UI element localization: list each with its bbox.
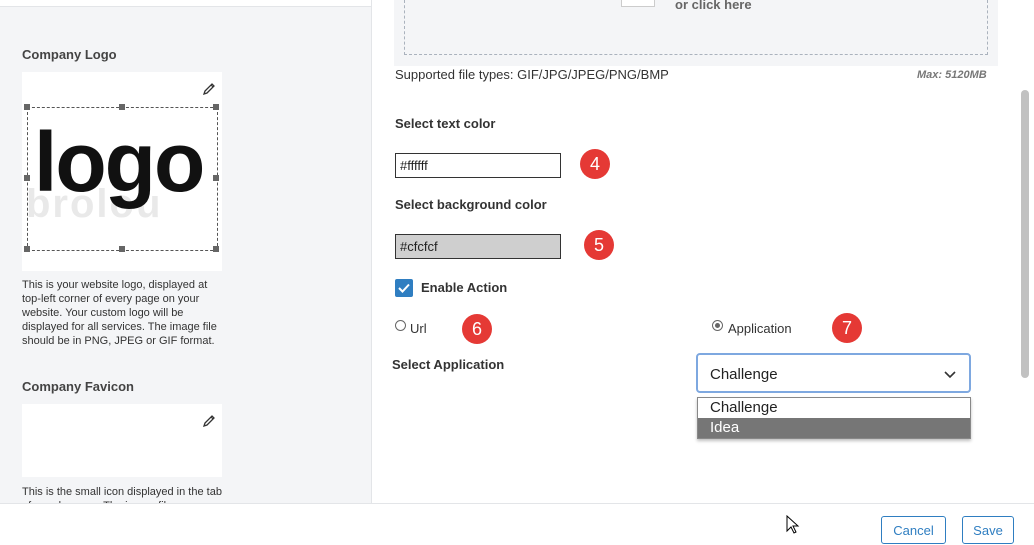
pencil-icon[interactable] (202, 82, 216, 96)
radio-application-label[interactable]: Application (728, 321, 792, 336)
company-logo-title: Company Logo (22, 47, 117, 62)
application-dropdown: Challenge Idea (697, 397, 971, 439)
company-favicon-title: Company Favicon (22, 379, 134, 394)
enable-action-label: Enable Action (421, 280, 508, 295)
select-value: Challenge (710, 366, 778, 383)
upload-dropzone[interactable]: or click here (394, 0, 998, 66)
left-panel: Company Logo brolou logo This is your we… (0, 0, 371, 503)
step-badge-5: 5 (584, 230, 614, 260)
logo-description: This is your website logo, displayed at … (22, 279, 217, 347)
favicon-card[interactable] (22, 404, 222, 477)
text-color-label: Select text color (395, 116, 496, 131)
upload-click-text[interactable]: or click here (675, 0, 752, 12)
mouse-cursor-icon (786, 515, 800, 534)
option-challenge[interactable]: Challenge (698, 398, 970, 418)
text-color-input[interactable] (395, 153, 561, 178)
step-badge-6: 6 (462, 314, 492, 344)
check-icon (398, 283, 410, 293)
logo-card[interactable]: brolou logo (22, 72, 222, 271)
footer-bar: Cancel Save (0, 503, 1034, 545)
crop-handle-top[interactable] (119, 104, 125, 110)
pencil-icon[interactable] (202, 414, 216, 428)
crop-handle-left[interactable] (24, 175, 30, 181)
crop-handle-top-left[interactable] (24, 104, 30, 110)
crop-handle-bottom[interactable] (119, 246, 125, 252)
bg-color-label: Select background color (395, 197, 547, 212)
radio-application[interactable] (712, 320, 723, 331)
step-badge-4: 4 (580, 149, 610, 179)
crop-handle-right[interactable] (213, 175, 219, 181)
panel-divider (371, 0, 372, 503)
enable-action-checkbox[interactable] (395, 279, 413, 297)
step-badge-7: 7 (832, 313, 862, 343)
crop-handle-bottom-right[interactable] (213, 246, 219, 252)
radio-url[interactable] (395, 320, 406, 331)
crop-handle-bottom-left[interactable] (24, 246, 30, 252)
top-divider (0, 0, 371, 7)
select-application-label: Select Application (392, 357, 505, 372)
crop-handle-top-right[interactable] (213, 104, 219, 110)
save-button[interactable]: Save (962, 516, 1014, 544)
upload-icon (621, 0, 655, 7)
option-idea[interactable]: Idea (698, 418, 970, 438)
chevron-down-icon (944, 371, 956, 379)
crop-box[interactable] (24, 104, 219, 252)
radio-url-label[interactable]: Url (410, 321, 427, 336)
upload-dropzone-border: or click here (404, 0, 988, 55)
cancel-button[interactable]: Cancel (881, 516, 946, 544)
favicon-description: This is the small icon displayed in the … (22, 486, 222, 503)
bg-color-input[interactable] (395, 234, 561, 259)
application-select[interactable]: Challenge (696, 353, 971, 393)
scrollbar-thumb[interactable] (1021, 90, 1029, 378)
supported-file-types: Supported file types: GIF/JPG/JPEG/PNG/B… (395, 67, 669, 82)
max-file-size: Max: 5120MB (917, 69, 987, 81)
